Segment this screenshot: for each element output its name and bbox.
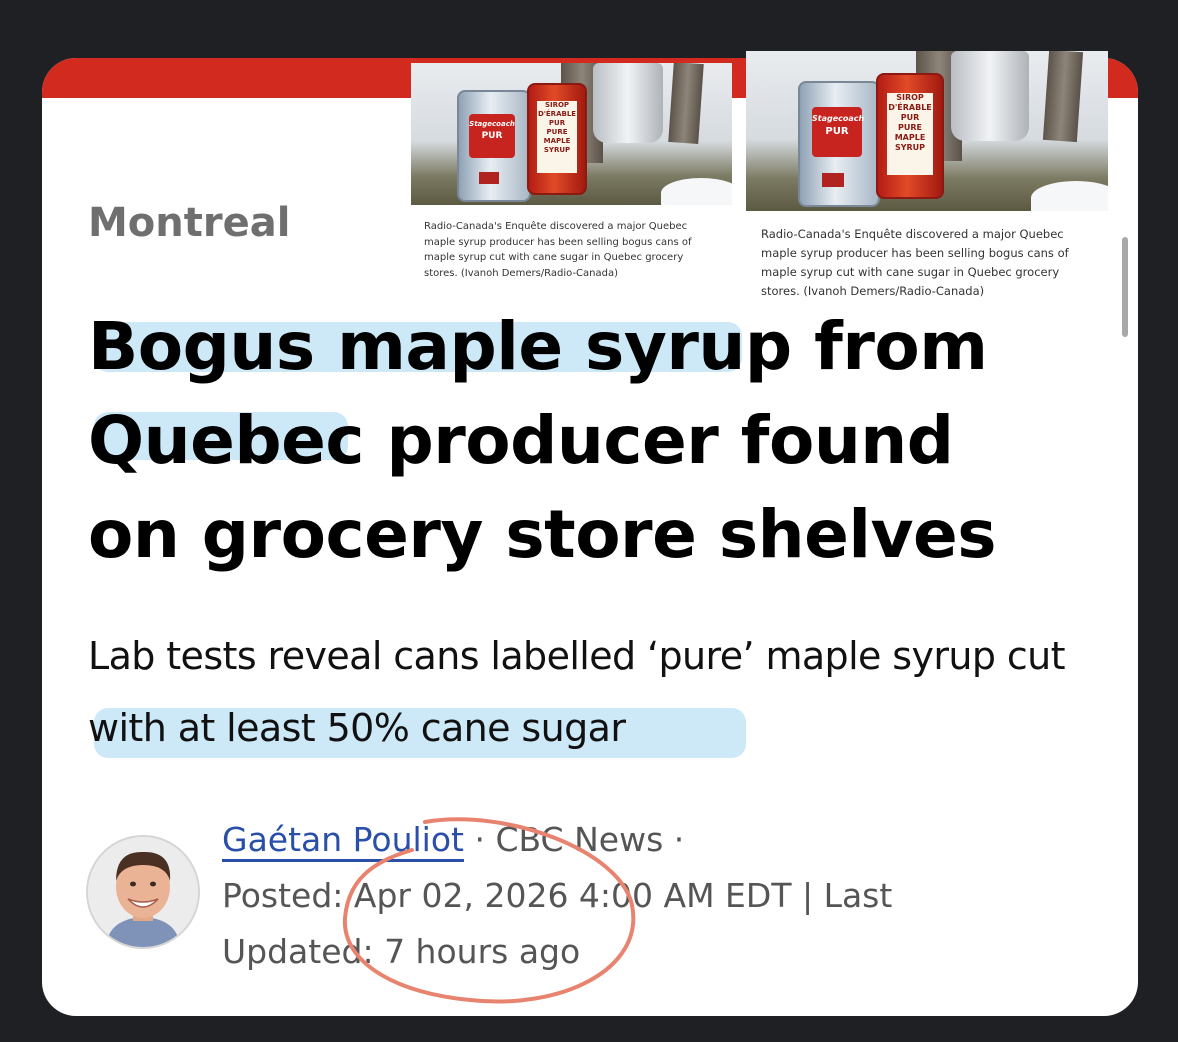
article-byline: Gaétan Pouliot · CBC News · Posted: Apr … — [222, 812, 982, 980]
can-label-line: D'ÉRABLE — [888, 103, 932, 112]
section-label[interactable]: Montreal — [88, 200, 290, 246]
can-label-line: D'ÉRABLE — [537, 110, 577, 118]
maple-syrup-cans-image: Stagecoach PUR SIROP D'ÉRABLE PUR PURE M… — [411, 63, 732, 205]
can-label-line: PUR — [548, 119, 566, 127]
byline-timestamp: Posted: Apr 02, 2026 4:00 AM EDT | Last … — [222, 876, 893, 971]
author-avatar[interactable] — [86, 835, 200, 949]
byline-separator: · — [663, 820, 685, 859]
scrollbar[interactable] — [1122, 237, 1128, 337]
can-label-line: SYRUP — [543, 146, 571, 154]
can-label-line: PUR — [900, 113, 920, 122]
can-label-line: MAPLE — [894, 133, 926, 142]
byline-outlet: CBC News — [495, 820, 664, 859]
can-brand-label: Stagecoach — [469, 120, 515, 128]
article-photo-small: Stagecoach PUR SIROP D'ÉRABLE PUR PURE M… — [411, 63, 732, 285]
byline-separator: · — [463, 820, 496, 859]
can-label-line: SIROP — [544, 101, 570, 109]
subheadline-text: Lab tests reveal cans labelled ‘pure’ ma… — [88, 634, 1007, 678]
article-subheadline: Lab tests reveal cans labelled ‘pure’ ma… — [88, 620, 1098, 764]
maple-syrup-cans-image: Stagecoach PUR SIROP D'ÉRABLE PUR PURE M… — [746, 51, 1108, 211]
headline-highlighted-text: Quebec — [88, 402, 365, 479]
can-label-line: SIROP — [896, 93, 924, 102]
headline-text: from — [791, 308, 988, 385]
photo-caption: Radio-Canada's Enquête discovered a majo… — [761, 227, 1069, 298]
photo-caption: Radio-Canada's Enquête discovered a majo… — [424, 221, 692, 279]
can-pur-label: PUR — [481, 131, 503, 141]
article-headline: Bogus maple syrup from Quebec producer fo… — [88, 300, 1048, 582]
can-brand-label: Stagecoach — [812, 114, 865, 123]
can-label-line: PURE — [898, 123, 922, 132]
article-photo-large: Stagecoach PUR SIROP D'ÉRABLE PUR PURE M… — [746, 51, 1108, 303]
can-pur-label: PUR — [825, 126, 849, 137]
author-face-image — [88, 837, 198, 947]
can-label-line: MAPLE — [543, 137, 571, 145]
headline-highlighted-text: Bogus maple syrup — [88, 308, 792, 385]
author-link[interactable]: Gaétan Pouliot — [222, 820, 464, 859]
can-label-line: SYRUP — [894, 143, 926, 152]
can-label-line: PURE — [546, 128, 568, 136]
